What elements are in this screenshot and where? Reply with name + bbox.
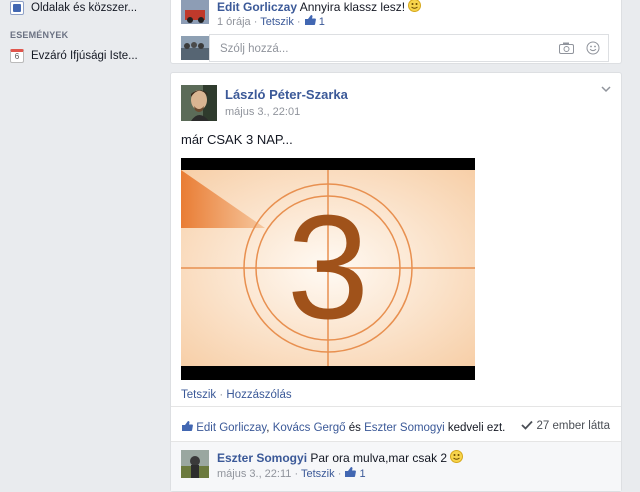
sidebar-item-pages[interactable]: Oldalak és közszer...: [10, 0, 137, 16]
comment-like-link[interactable]: Tetszik: [301, 468, 335, 480]
separator: és: [345, 422, 365, 434]
comment-button[interactable]: Hozzászólás: [226, 389, 291, 401]
checkmark-icon: [521, 420, 533, 430]
smile-emoji: [408, 0, 422, 12]
avatar-image: [181, 36, 209, 60]
previous-post-comments: Edit Gorliczay Annyira klassz lesz! 1 ór…: [170, 0, 622, 64]
post-author-name[interactable]: László Péter-Szarka: [225, 87, 348, 102]
section-heading-events: ESEMÉNYEK: [10, 30, 69, 40]
divider: [171, 406, 621, 407]
comment: Eszter Somogyi Par ora mulva,mar csak 2: [217, 450, 464, 465]
comment-like-link[interactable]: Tetszik: [260, 16, 294, 28]
post-card: László Péter-Szarka május 3., 22:01 már …: [170, 72, 622, 492]
countdown-thumbnail: 3: [181, 158, 475, 380]
avatar[interactable]: [181, 450, 209, 478]
avatar-image: [181, 450, 209, 478]
avatar[interactable]: [181, 0, 209, 24]
sidebar-item-event[interactable]: 6 Évzáró Ifjúsági Iste...: [10, 48, 138, 64]
likes-summary: Edit Gorliczay, Kovács Gergő és Eszter S…: [181, 420, 505, 434]
comment-input[interactable]: [218, 40, 542, 58]
countdown-number: 3: [287, 185, 369, 350]
my-avatar: [181, 36, 209, 60]
thumbs-up-icon: [304, 15, 316, 25]
comment-input-box: [209, 34, 609, 62]
post-timestamp[interactable]: május 3., 22:01: [225, 106, 300, 118]
chevron-down-icon[interactable]: [601, 85, 611, 93]
thumbs-up-icon: [345, 467, 357, 477]
comment-time[interactable]: május 3., 22:11: [217, 468, 291, 480]
liker-link[interactable]: Eszter Somogyi: [364, 422, 445, 434]
likes-suffix: kedveli ezt.: [444, 422, 506, 434]
smile-emoji: [450, 450, 464, 463]
calendar-icon: 6: [10, 49, 24, 63]
comment-author[interactable]: Eszter Somogyi: [217, 451, 307, 465]
avatar-image: [181, 85, 217, 121]
avatar-image: [181, 0, 209, 24]
comment-author[interactable]: Edit Gorliczay: [217, 0, 297, 14]
comment-like-count[interactable]: 1: [359, 468, 365, 480]
comment-text: Annyira klassz lesz!: [299, 0, 406, 14]
comment-meta: május 3., 22:11 · Tetszik · 1: [217, 467, 366, 480]
comments-section: Eszter Somogyi Par ora mulva,mar csak 2 …: [171, 441, 621, 491]
pages-icon: [10, 1, 24, 15]
thumbs-up-icon: [182, 421, 193, 431]
sidebar-item-label: Oldalak és közszer...: [31, 2, 138, 14]
seen-count: 27 ember látta: [536, 420, 610, 432]
comment-meta: 1 órája · Tetszik · 1: [217, 15, 325, 28]
liker-link[interactable]: Edit Gorliczay: [196, 422, 266, 434]
like-button[interactable]: Tetszik: [181, 389, 216, 401]
seen-by[interactable]: 27 ember látta: [521, 420, 610, 432]
post-video[interactable]: 3: [181, 158, 475, 380]
camera-icon[interactable]: [559, 42, 574, 54]
separator: ·: [219, 389, 224, 401]
post-text: már CSAK 3 NAP...: [181, 132, 293, 147]
post-author-avatar[interactable]: [181, 85, 217, 121]
comment-text: Par ora mulva,mar csak 2: [310, 451, 448, 465]
left-sidebar: Oldalak és közszer... ESEMÉNYEK 6 Évzáró…: [0, 0, 165, 480]
comment: Edit Gorliczay Annyira klassz lesz!: [217, 0, 422, 14]
sidebar-item-label: Évzáró Ifjúsági Iste...: [31, 50, 138, 62]
emoji-icon[interactable]: [586, 41, 600, 55]
liker-link[interactable]: Kovács Gergő: [273, 422, 346, 434]
post-actions: Tetszik · Hozzászólás: [181, 389, 292, 401]
comment-time[interactable]: 1 órája: [217, 16, 251, 28]
comment-like-count[interactable]: 1: [319, 16, 325, 28]
